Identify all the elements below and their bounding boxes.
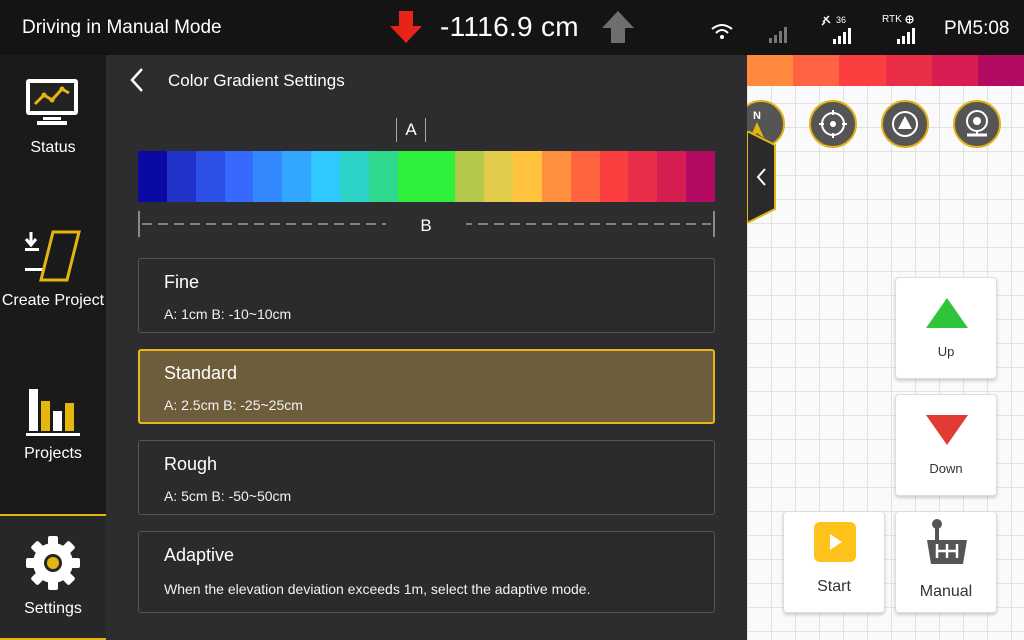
gradient-swatch — [397, 151, 427, 202]
elevation-color-scale — [747, 55, 1024, 86]
collapse-panel-tab[interactable] — [747, 131, 777, 223]
map-view[interactable]: N Up Down Start Manual — [747, 55, 1024, 640]
option-fine[interactable]: Fine A: 1cm B: -10~10cm — [138, 258, 715, 333]
gradient-swatch — [253, 151, 283, 202]
sidebar-item-status[interactable]: Status — [0, 55, 106, 208]
scale-swatch — [839, 55, 886, 86]
gradient-swatch — [484, 151, 513, 202]
mode-title: Driving in Manual Mode — [22, 17, 222, 38]
page-title: Color Gradient Settings — [168, 71, 345, 90]
settings-panel: Color Gradient Settings A B Fine A: 1cm … — [106, 55, 747, 640]
sidebar-item-create-project[interactable]: Create Project — [0, 208, 106, 361]
satellite-signal-icon — [833, 28, 851, 44]
sidebar-item-settings[interactable]: Settings — [0, 514, 106, 640]
sidebar-item-label: Settings — [24, 600, 82, 617]
navigate-icon — [892, 111, 918, 137]
target-button[interactable] — [809, 100, 857, 148]
option-desc: When the elevation deviation exceeds 1m,… — [164, 581, 591, 597]
target-icon — [819, 110, 847, 138]
option-name: Standard — [164, 363, 238, 383]
gradient-step-label: A — [396, 118, 426, 142]
gradient-swatch — [224, 151, 254, 202]
north-label: N — [753, 110, 761, 122]
clock: PM5:08 — [944, 18, 1010, 39]
start-label: Start — [817, 578, 851, 595]
manual-label: Manual — [919, 583, 973, 600]
gradient-swatch — [282, 151, 312, 202]
option-desc: A: 2.5cm B: -25~25cm — [164, 397, 303, 413]
down-triangle-icon — [926, 415, 968, 445]
option-name: Fine — [164, 272, 200, 292]
gradient-swatch — [512, 151, 542, 202]
gradient-swatch — [368, 151, 398, 202]
up-button[interactable]: Up — [895, 277, 997, 379]
start-button[interactable]: Start — [783, 511, 885, 613]
gradient-swatch — [311, 151, 340, 202]
scale-swatch — [931, 55, 978, 86]
rtk-status: RTK — [880, 12, 924, 46]
status-bar: Driving in Manual Mode -1116.9 cm 36 RTK — [0, 0, 1024, 55]
sidebar-item-label: Create Project — [1, 292, 105, 309]
create-project-icon — [24, 230, 81, 282]
camera-button[interactable] — [953, 100, 1001, 148]
gradient-swatch — [541, 151, 571, 202]
gradient-swatch — [195, 151, 225, 202]
gradient-swatch — [628, 151, 658, 202]
cellular-signal-icon — [769, 27, 787, 43]
option-desc: A: 5cm B: -50~50cm — [164, 488, 292, 504]
play-icon — [814, 522, 856, 562]
manual-button[interactable]: Manual — [895, 511, 997, 613]
rtk-link-icon — [905, 15, 914, 24]
gradient-swatch — [339, 151, 369, 202]
rtk-signal-icon — [897, 28, 915, 44]
gear-shift-icon — [927, 519, 967, 564]
scale-swatch — [747, 55, 794, 86]
gradient-swatch — [657, 151, 687, 202]
gradient-swatch — [686, 151, 715, 202]
gradient-swatch — [166, 151, 196, 202]
gradient-swatch — [455, 151, 485, 202]
gradient-swatch — [599, 151, 629, 202]
satellite-icon — [821, 15, 831, 26]
gear-icon — [26, 536, 80, 590]
satellite-status: 36 — [818, 12, 858, 46]
up-label: Up — [937, 344, 955, 359]
scale-swatch — [793, 55, 840, 86]
gradient-range-label: B — [386, 216, 466, 236]
camera-icon — [966, 110, 988, 137]
sidebar: Status Create Project Projects Settings — [0, 55, 106, 640]
option-standard[interactable]: Standard A: 2.5cm B: -25~25cm — [138, 349, 715, 424]
elevation-distance: -1116.9 cm — [440, 11, 579, 42]
down-button[interactable]: Down — [895, 394, 997, 496]
gradient-swatch — [570, 151, 600, 202]
option-adaptive[interactable]: Adaptive When the elevation deviation ex… — [138, 531, 715, 613]
option-desc: A: 1cm B: -10~10cm — [164, 306, 292, 322]
wifi-icon — [711, 24, 733, 39]
scale-swatch — [885, 55, 932, 86]
option-name: Rough — [164, 454, 218, 474]
navigate-button[interactable] — [881, 100, 929, 148]
sidebar-item-label: Projects — [24, 445, 82, 462]
rtk-label: RTK — [882, 14, 902, 25]
scale-swatch — [977, 55, 1024, 86]
back-chevron-icon[interactable] — [128, 67, 148, 93]
sidebar-item-label: Status — [30, 139, 76, 156]
bar-chart-icon — [26, 389, 80, 436]
monitor-chart-icon — [26, 79, 78, 125]
gradient-swatch — [138, 151, 167, 202]
up-arrow-icon — [602, 11, 634, 43]
up-triangle-icon — [926, 298, 968, 328]
satellite-count: 36 — [836, 15, 847, 25]
down-label: Down — [929, 461, 963, 476]
down-arrow-icon — [390, 11, 422, 43]
option-rough[interactable]: Rough A: 5cm B: -50~50cm — [138, 440, 715, 515]
option-name: Adaptive — [164, 545, 235, 565]
sidebar-item-projects[interactable]: Projects — [0, 361, 106, 514]
color-gradient-bar — [138, 151, 715, 202]
gradient-swatch — [426, 151, 456, 202]
